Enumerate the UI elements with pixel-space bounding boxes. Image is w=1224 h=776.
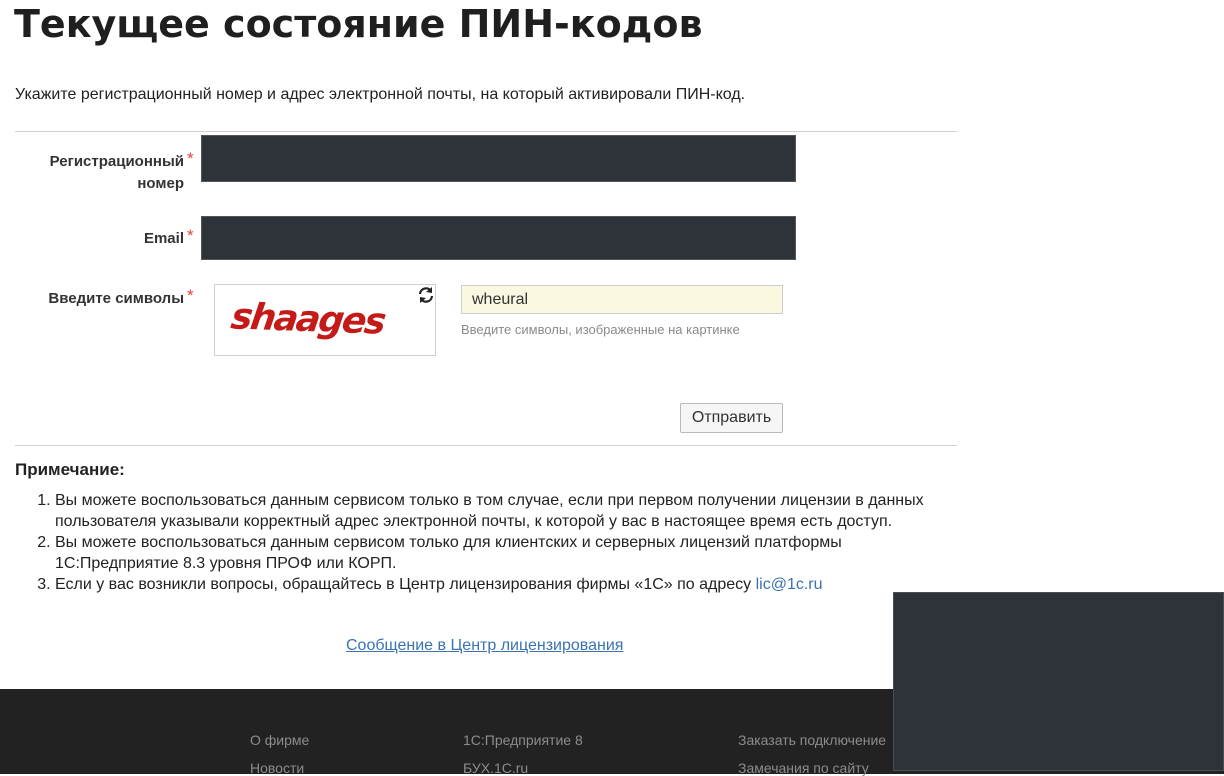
submit-button[interactable]: Отправить — [680, 403, 783, 433]
reg-number-label: Регистрационный номер — [14, 151, 184, 195]
reg-number-input[interactable] — [201, 135, 796, 182]
captcha-input[interactable] — [461, 285, 783, 314]
overlay-panel — [893, 592, 1224, 771]
reg-number-label-line1: Регистрационный — [49, 153, 184, 170]
list-item: Вы можете воспользоваться данным сервисо… — [55, 490, 955, 532]
captcha-label: Введите символы — [48, 290, 184, 307]
note-text: Вы можете воспользоваться данным сервисо… — [55, 492, 924, 530]
list-item: Если у вас возникли вопросы, обращайтесь… — [55, 574, 955, 595]
reg-number-label-line2: номер — [137, 175, 184, 192]
email-label: Email — [143, 230, 184, 247]
captcha-image: shaages — [228, 296, 387, 343]
intro-text: Укажите регистрационный номер и адрес эл… — [15, 86, 746, 103]
message-licensing-center-link[interactable]: Сообщение в Центр лицензирования — [346, 637, 623, 655]
required-mark: * — [187, 286, 194, 305]
refresh-icon[interactable] — [417, 285, 435, 305]
footer-link-1c-enterprise[interactable]: 1С:Предприятие 8 — [463, 732, 583, 748]
required-mark: * — [187, 149, 194, 168]
divider-bottom — [15, 445, 957, 446]
email-link[interactable]: lic@1c.ru — [756, 576, 823, 593]
notes-title: Примечание: — [15, 460, 125, 479]
page-title: Текущее состояние ПИН-кодов — [14, 2, 703, 46]
note-text: Если у вас возникли вопросы, обращайтесь… — [55, 576, 752, 593]
divider-top — [15, 131, 957, 132]
notes-list: Вы можете воспользоваться данным сервисо… — [15, 490, 955, 595]
required-mark: * — [187, 226, 194, 245]
note-text: Вы можете воспользоваться данным сервисо… — [55, 534, 842, 572]
captcha-hint: Введите символы, изображенные на картинк… — [461, 322, 740, 337]
footer-link-about[interactable]: О фирме — [250, 732, 309, 748]
footer-link-order-connection[interactable]: Заказать подключение — [738, 732, 886, 748]
captcha-image-box: shaages — [214, 284, 436, 356]
list-item: Вы можете воспользоваться данным сервисо… — [55, 532, 955, 574]
email-input[interactable] — [201, 216, 796, 260]
